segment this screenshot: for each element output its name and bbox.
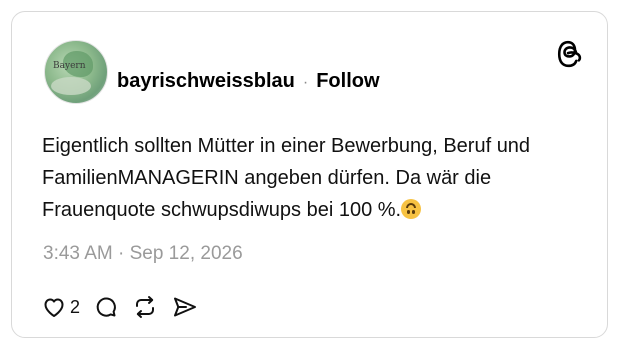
post-header: bayrischweissblau · Follow <box>117 70 380 93</box>
avatar-map-shape <box>51 77 91 95</box>
upside-down-face-icon <box>401 199 422 219</box>
share-icon <box>174 297 197 317</box>
post-card: Bayern bayrischweissblau · Follow Eigent… <box>11 11 608 338</box>
post-timestamp[interactable]: 3:43 AM · Sep 12, 2026 <box>43 243 243 265</box>
username[interactable]: bayrischweissblau <box>117 70 295 93</box>
repost-button[interactable] <box>132 295 158 319</box>
like-count: 2 <box>70 296 81 317</box>
like-button[interactable]: 2 <box>42 296 80 318</box>
share-button[interactable] <box>172 295 198 319</box>
comment-icon <box>96 297 116 317</box>
repost-icon <box>136 296 155 318</box>
action-bar: 2 <box>42 295 212 319</box>
post-body: Eigentlich sollten Mütter in einer Bewer… <box>42 130 562 226</box>
post-text: Eigentlich sollten Mütter in einer Bewer… <box>42 135 531 221</box>
comment-button[interactable] <box>94 295 118 319</box>
avatar-label: Bayern <box>53 61 86 71</box>
threads-logo-icon[interactable] <box>557 40 583 68</box>
follow-button[interactable]: Follow <box>316 70 379 93</box>
heart-icon <box>44 298 64 317</box>
separator: · <box>302 74 309 91</box>
avatar[interactable]: Bayern <box>44 40 108 104</box>
